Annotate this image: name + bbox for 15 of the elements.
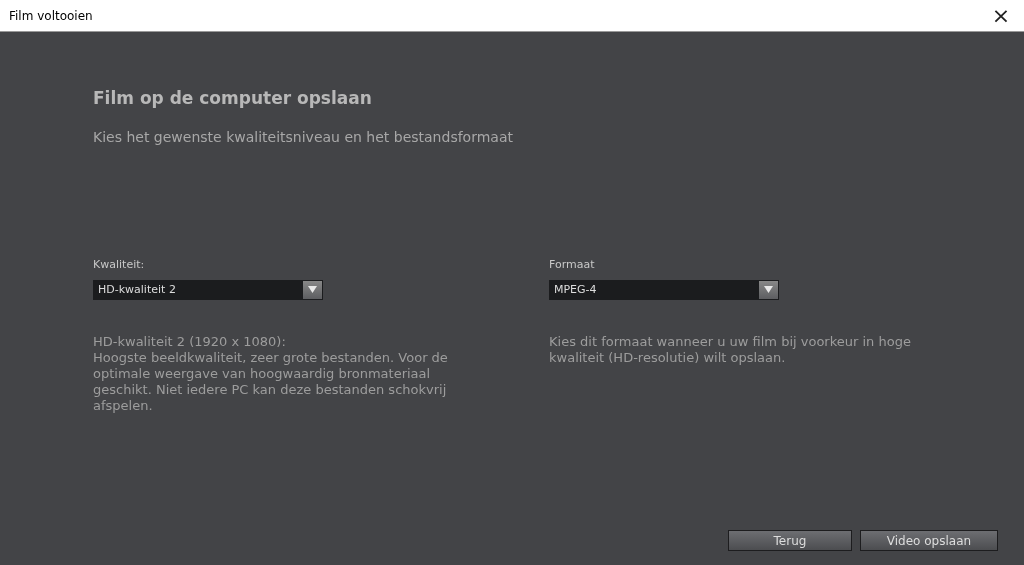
close-button[interactable]: ×	[978, 0, 1024, 32]
back-button[interactable]: Terug	[728, 530, 852, 551]
save-button[interactable]: Video opslaan	[860, 530, 998, 551]
description-title: HD-kwaliteit 2 (1920 x 1080):	[93, 333, 287, 350]
dropdown[interactable]: MPEG-4	[549, 279, 779, 300]
description: Hoogste beeldkwaliteit, zeer grote bestanden. Voor de optimale weergave van hoogwaardig bronmateriaal geschikt. Niet iedere PC kan deze bestanden schokvrij afspelen.	[93, 349, 449, 414]
field-label: Formaat	[549, 257, 596, 274]
subtitle: Kies het gewenste kwaliteitsniveau en het bestandsformaat	[93, 128, 514, 148]
heading: Film op de computer opslaan	[93, 88, 373, 109]
window-title: Film voltooien	[8, 7, 93, 25]
dropdown[interactable]: HD-kwaliteit 2	[93, 279, 323, 300]
description: Kies dit formaat wanneer u uw film bij voorkeur in hoge kwaliteit (HD-resolutie) wilt opslaan.	[549, 333, 912, 366]
field-label: Kwaliteit:	[93, 257, 146, 274]
caret-icon[interactable]	[303, 280, 322, 299]
caret-icon[interactable]	[759, 280, 778, 299]
